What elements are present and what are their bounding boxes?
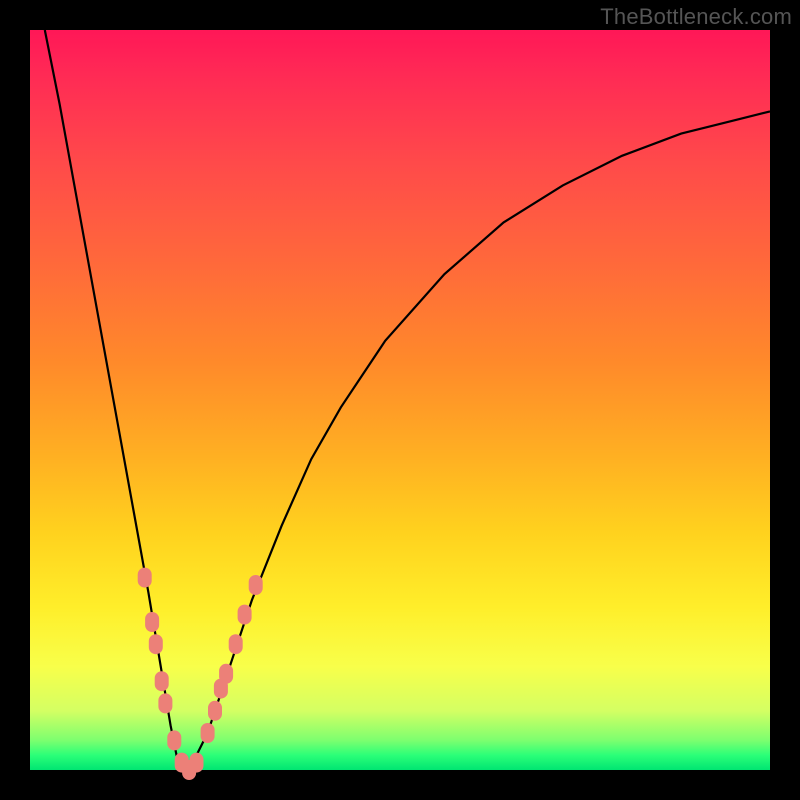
curve-marker xyxy=(201,723,215,743)
curve-marker xyxy=(229,634,243,654)
curve-marker xyxy=(249,575,263,595)
curve-marker xyxy=(219,664,233,684)
watermark-text: TheBottleneck.com xyxy=(600,4,792,30)
curve-marker xyxy=(149,634,163,654)
plot-area xyxy=(30,30,770,770)
curve-marker xyxy=(138,568,152,588)
curve-marker xyxy=(158,693,172,713)
chart-frame: TheBottleneck.com xyxy=(0,0,800,800)
curve-marker xyxy=(238,605,252,625)
curve-marker xyxy=(190,753,204,773)
curve-marker xyxy=(208,701,222,721)
curve-marker xyxy=(167,730,181,750)
bottleneck-curve xyxy=(45,30,770,770)
curve-marker xyxy=(145,612,159,632)
curve-svg xyxy=(30,30,770,770)
curve-marker xyxy=(155,671,169,691)
